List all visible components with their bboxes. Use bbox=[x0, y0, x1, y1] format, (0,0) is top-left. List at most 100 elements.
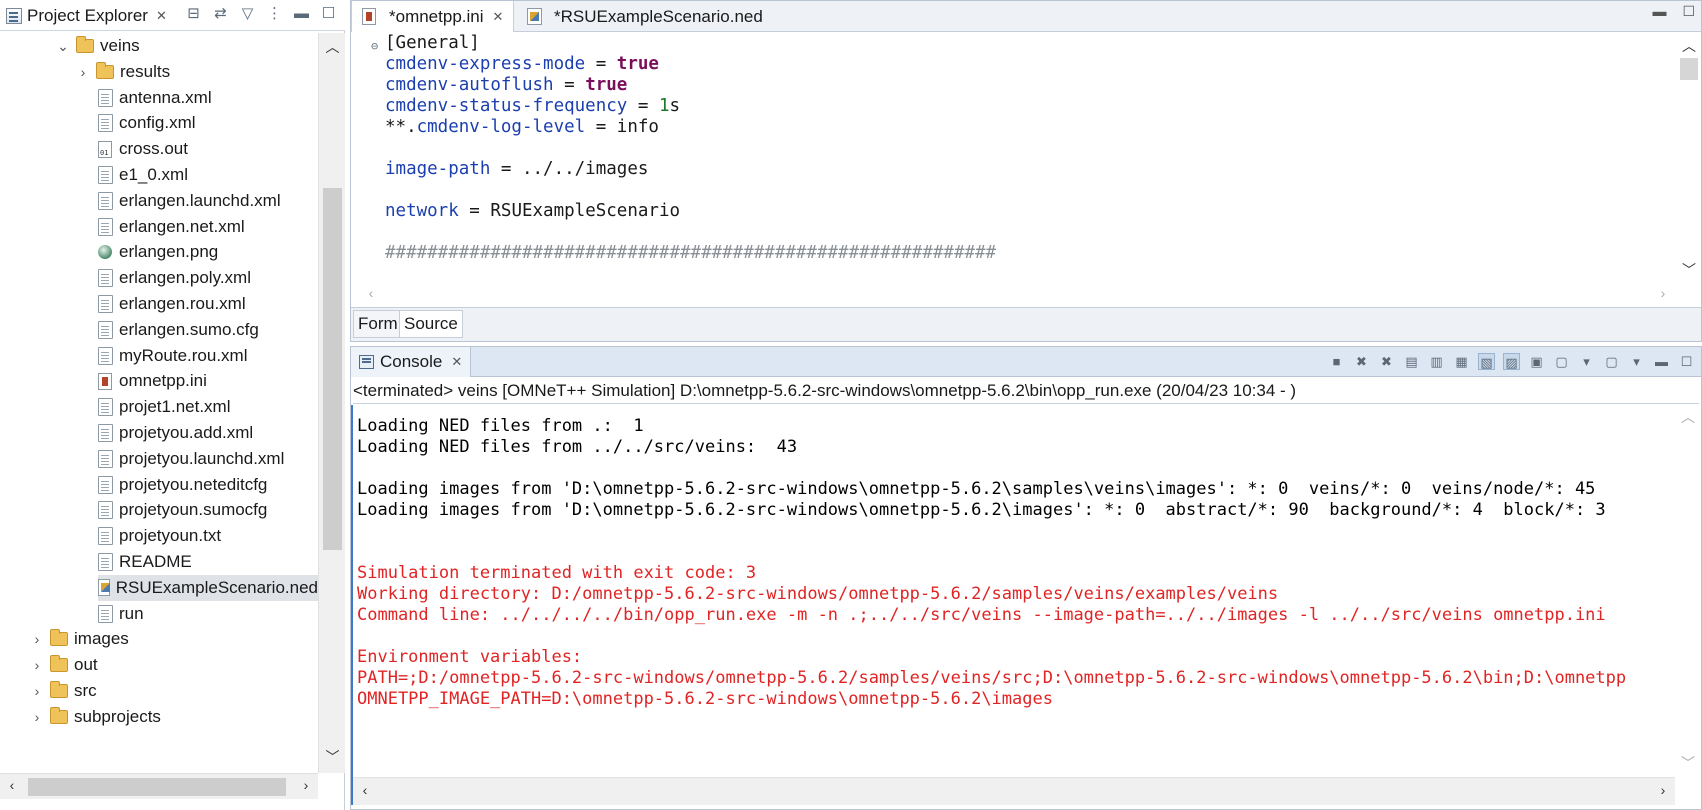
tree-item[interactable]: config.xml bbox=[76, 110, 196, 136]
pin-console-icon[interactable]: ▣ bbox=[1528, 353, 1545, 370]
tree-item[interactable]: myRoute.rou.xml bbox=[76, 343, 247, 369]
maximize-icon[interactable]: ☐ bbox=[320, 5, 337, 22]
project-tree-horizontal-scrollbar[interactable]: ‹ › bbox=[0, 773, 318, 799]
scroll-right-icon[interactable]: › bbox=[1653, 285, 1673, 301]
tree-item[interactable]: erlangen.rou.xml bbox=[76, 291, 246, 317]
scroll-left-icon[interactable]: ‹ bbox=[361, 285, 381, 301]
scroll-down-icon[interactable]: ﹀ bbox=[1675, 753, 1701, 773]
scroll-right-icon[interactable]: › bbox=[294, 777, 318, 793]
scrollbar-thumb[interactable] bbox=[1680, 58, 1698, 80]
project-explorer-tab[interactable]: Project Explorer ✕ bbox=[0, 0, 173, 31]
editor-horizontal-scrollbar[interactable]: ‹ › bbox=[351, 282, 1677, 307]
tab-rsuexamplescenario-ned[interactable]: *RSUExampleScenario.ned bbox=[517, 1, 773, 32]
minimize-icon[interactable]: ▬ bbox=[1653, 353, 1670, 370]
fold-collapse-icon[interactable]: ⊖ bbox=[371, 39, 378, 53]
console-vertical-scrollbar[interactable]: ︿ ﹀ bbox=[1675, 405, 1701, 775]
close-icon[interactable]: ✕ bbox=[156, 8, 167, 24]
tree-item[interactable]: README bbox=[76, 549, 192, 575]
tree-item[interactable]: run bbox=[76, 601, 144, 627]
remove-all-terminated-icon[interactable]: ✖ bbox=[1378, 353, 1395, 370]
tree-item-label: config.xml bbox=[119, 113, 196, 133]
tree-item[interactable]: erlangen.sumo.cfg bbox=[76, 317, 259, 343]
scroll-left-icon[interactable]: ‹ bbox=[355, 782, 375, 798]
ned-file-icon bbox=[527, 8, 542, 25]
tab-source[interactable]: Source bbox=[399, 310, 463, 338]
tree-item[interactable]: projet1.net.xml bbox=[76, 394, 231, 420]
scroll-up-icon[interactable]: ︿ bbox=[1677, 36, 1701, 56]
tree-item[interactable]: erlangen.png bbox=[76, 239, 218, 265]
scroll-right-icon[interactable]: › bbox=[1653, 782, 1673, 798]
tree-item[interactable]: › src bbox=[30, 678, 97, 704]
tree-item[interactable]: erlangen.poly.xml bbox=[76, 265, 251, 291]
console-error-line: OMNETPP_IMAGE_PATH=D:\omnetpp-5.6.2-src-… bbox=[357, 689, 1053, 709]
tree-item[interactable]: e1_0.xml bbox=[76, 162, 188, 188]
tab-omnetpp-ini[interactable]: *omnetpp.ini ✕ bbox=[351, 1, 515, 32]
word-wrap-icon[interactable]: ▦ bbox=[1453, 353, 1470, 370]
maximize-icon[interactable]: ☐ bbox=[1678, 353, 1695, 370]
code-token: = bbox=[553, 75, 586, 95]
tree-item[interactable]: › out bbox=[30, 652, 98, 678]
show-on-error-icon[interactable]: ▨ bbox=[1503, 353, 1520, 370]
terminate-icon[interactable]: ■ bbox=[1328, 353, 1345, 370]
project-tree-vertical-scrollbar[interactable]: ︿ ﹀ bbox=[318, 33, 345, 773]
chevron-right-icon[interactable]: › bbox=[30, 631, 44, 647]
tree-item[interactable]: projetyou.add.xml bbox=[76, 420, 253, 446]
filter-icon[interactable]: ▽ bbox=[239, 5, 256, 22]
tree-item[interactable]: projetyou.launchd.xml bbox=[76, 446, 284, 472]
tree-item[interactable]: projetyoun.sumocfg bbox=[76, 497, 267, 523]
minimize-icon[interactable]: ▬ bbox=[1652, 3, 1666, 20]
tree-item[interactable]: › results bbox=[76, 59, 170, 85]
code-token: = ../../images bbox=[490, 159, 649, 179]
display-selected-console-icon[interactable]: ▢ bbox=[1553, 353, 1570, 370]
chevron-right-icon[interactable]: › bbox=[30, 709, 44, 725]
tree-item[interactable]: erlangen.net.xml bbox=[76, 214, 245, 240]
scrollbar-thumb[interactable] bbox=[323, 188, 342, 550]
chevron-down-icon[interactable]: ▾ bbox=[1628, 353, 1645, 370]
tree-item[interactable]: antenna.xml bbox=[76, 85, 212, 111]
ini-source-editor[interactable]: ⊖ [General] cmdenv-express-mode = true cmd… bbox=[351, 32, 1677, 282]
project-explorer-tab-label: Project Explorer bbox=[27, 5, 148, 25]
chevron-down-icon[interactable]: ⌄ bbox=[56, 38, 70, 55]
clear-console-icon[interactable]: ▤ bbox=[1403, 353, 1420, 370]
minimize-icon[interactable]: ▬ bbox=[293, 5, 310, 22]
show-on-output-icon[interactable]: ▧ bbox=[1478, 353, 1495, 370]
editor-vertical-scrollbar[interactable]: ︿ ﹀ bbox=[1677, 32, 1701, 282]
scroll-down-icon[interactable]: ﹀ bbox=[319, 747, 346, 767]
console-tab[interactable]: Console ✕ bbox=[351, 347, 472, 377]
open-console-icon[interactable]: ▢ bbox=[1603, 353, 1620, 370]
chevron-right-icon[interactable]: › bbox=[30, 657, 44, 673]
link-with-editor-icon[interactable]: ⇄ bbox=[212, 5, 229, 22]
scrollbar-thumb[interactable] bbox=[28, 778, 286, 796]
collapse-all-icon[interactable]: ⊟ bbox=[185, 5, 202, 22]
tree-item-label: README bbox=[119, 552, 192, 571]
scroll-up-icon[interactable]: ︿ bbox=[1675, 407, 1701, 427]
scroll-left-icon[interactable]: ‹ bbox=[0, 777, 24, 793]
tree-item[interactable]: › subprojects bbox=[30, 704, 161, 730]
project-tree: ⌄ veins › results antenna.xml config.xml cross… bbox=[0, 33, 318, 773]
close-icon[interactable]: ✕ bbox=[451, 354, 462, 370]
tree-item[interactable]: RSUExampleScenario.ned bbox=[98, 574, 318, 601]
maximize-icon[interactable]: ☐ bbox=[1682, 3, 1695, 20]
tab-form[interactable]: Form bbox=[353, 310, 403, 338]
tree-item[interactable]: › images bbox=[30, 626, 129, 652]
chevron-down-icon[interactable]: ▾ bbox=[1578, 353, 1595, 370]
tree-item[interactable]: erlangen.launchd.xml bbox=[76, 188, 281, 214]
code-token: 1 bbox=[658, 96, 670, 116]
tree-item[interactable]: ⌄ veins bbox=[56, 33, 140, 59]
chevron-right-icon[interactable]: › bbox=[30, 683, 44, 699]
close-icon[interactable]: ✕ bbox=[493, 9, 504, 25]
scroll-down-icon[interactable]: ﹀ bbox=[1677, 260, 1701, 280]
tree-item[interactable]: cross.out bbox=[76, 136, 188, 162]
chevron-right-icon[interactable]: › bbox=[76, 64, 90, 80]
file-icon bbox=[98, 604, 113, 623]
view-menu-icon[interactable]: ⋮ bbox=[266, 5, 283, 22]
console-output[interactable]: Loading NED files from .: 1 Loading NED f… bbox=[353, 405, 1673, 775]
scroll-lock-icon[interactable]: ▥ bbox=[1428, 353, 1445, 370]
tree-item-label: e1_0.xml bbox=[119, 165, 188, 184]
tree-item[interactable]: omnetpp.ini bbox=[76, 368, 207, 394]
console-horizontal-scrollbar[interactable]: ‹ › bbox=[353, 777, 1675, 805]
scroll-up-icon[interactable]: ︿ bbox=[319, 37, 346, 57]
tree-item[interactable]: projetyoun.txt bbox=[76, 523, 221, 549]
remove-launch-icon[interactable]: ✖ bbox=[1353, 353, 1370, 370]
tree-item[interactable]: projetyou.neteditcfg bbox=[76, 472, 267, 498]
